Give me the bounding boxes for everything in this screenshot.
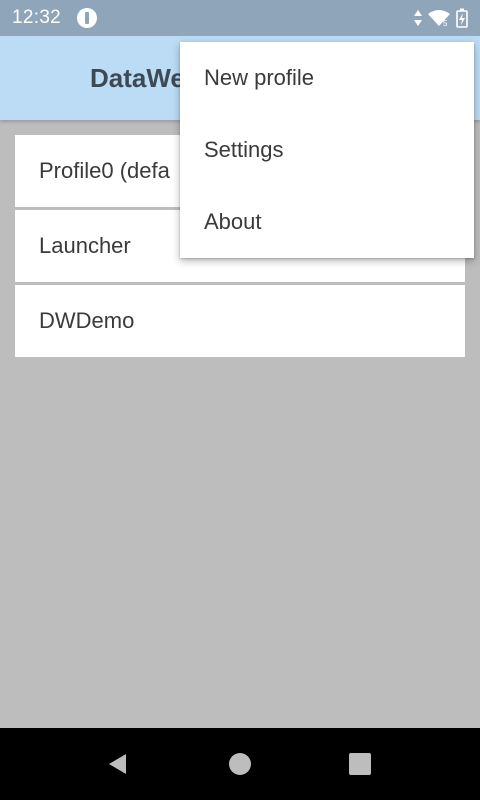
navigation-bar (0, 728, 480, 800)
status-time: 12:32 (12, 7, 62, 28)
battery-charging-icon (456, 8, 468, 28)
menu-item-settings[interactable]: Settings (180, 114, 474, 186)
menu-item-label: Settings (204, 137, 284, 162)
menu-item-new-profile[interactable]: New profile (180, 42, 474, 114)
recents-icon[interactable] (348, 752, 372, 776)
menu-item-label: New profile (204, 65, 315, 90)
profile-item-label: Launcher (39, 233, 131, 258)
overflow-menu: New profile Settings About (180, 42, 474, 258)
profile-item-dwdemo[interactable]: DWDemo (15, 285, 465, 357)
app-notification-icon (77, 8, 98, 28)
menu-item-label: About (204, 209, 262, 234)
home-icon[interactable] (228, 752, 252, 776)
status-bar: 12:32 5 (0, 0, 480, 36)
data-arrows-icon (414, 10, 422, 26)
wifi-icon: 5 (428, 10, 450, 27)
page-title: DataWe (90, 62, 185, 93)
profile-item-label: Profile0 (defa (39, 158, 170, 183)
status-icons: 5 (414, 8, 468, 28)
menu-item-about[interactable]: About (180, 186, 474, 258)
svg-text:5: 5 (443, 19, 448, 27)
back-icon[interactable] (106, 752, 130, 776)
profile-item-label: DWDemo (39, 308, 135, 333)
